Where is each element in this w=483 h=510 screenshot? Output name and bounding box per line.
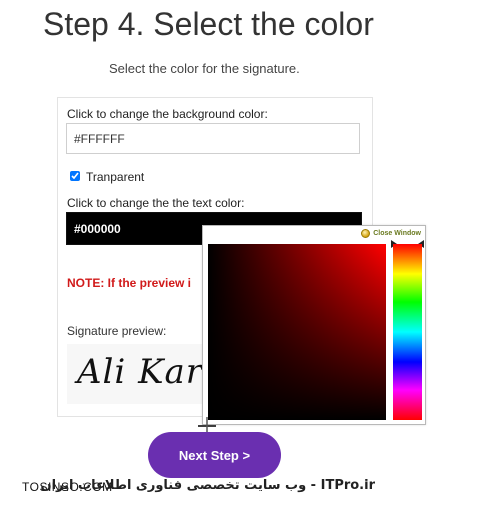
close-icon bbox=[361, 229, 371, 238]
hue-slider[interactable] bbox=[393, 244, 422, 420]
close-window-button[interactable]: Close Window bbox=[361, 229, 421, 238]
close-window-label: Close Window bbox=[373, 230, 421, 237]
text-color-label: Click to change the the text color: bbox=[67, 196, 245, 210]
preview-note: NOTE: If the preview i bbox=[67, 276, 192, 290]
color-picker-window: Close Window bbox=[202, 225, 426, 425]
saturation-value-area[interactable] bbox=[208, 244, 386, 420]
signature-preview: Ali Kar bbox=[67, 344, 207, 404]
signature-preview-label: Signature preview: bbox=[67, 324, 167, 338]
transparent-checkbox[interactable] bbox=[70, 171, 80, 181]
signature-text: Ali Kar bbox=[77, 352, 204, 392]
page-title: Step 4. Select the color bbox=[43, 6, 374, 42]
watermark-right: ITPro.ir - وب سایت تخصصی فناوری اطلاعات … bbox=[40, 478, 376, 493]
background-color-input[interactable] bbox=[66, 123, 360, 154]
page-subtitle: Select the color for the signature. bbox=[109, 61, 300, 76]
next-step-button[interactable]: Next Step > bbox=[148, 432, 281, 478]
transparent-label: Tranparent bbox=[86, 170, 145, 184]
background-color-label: Click to change the background color: bbox=[67, 107, 268, 121]
